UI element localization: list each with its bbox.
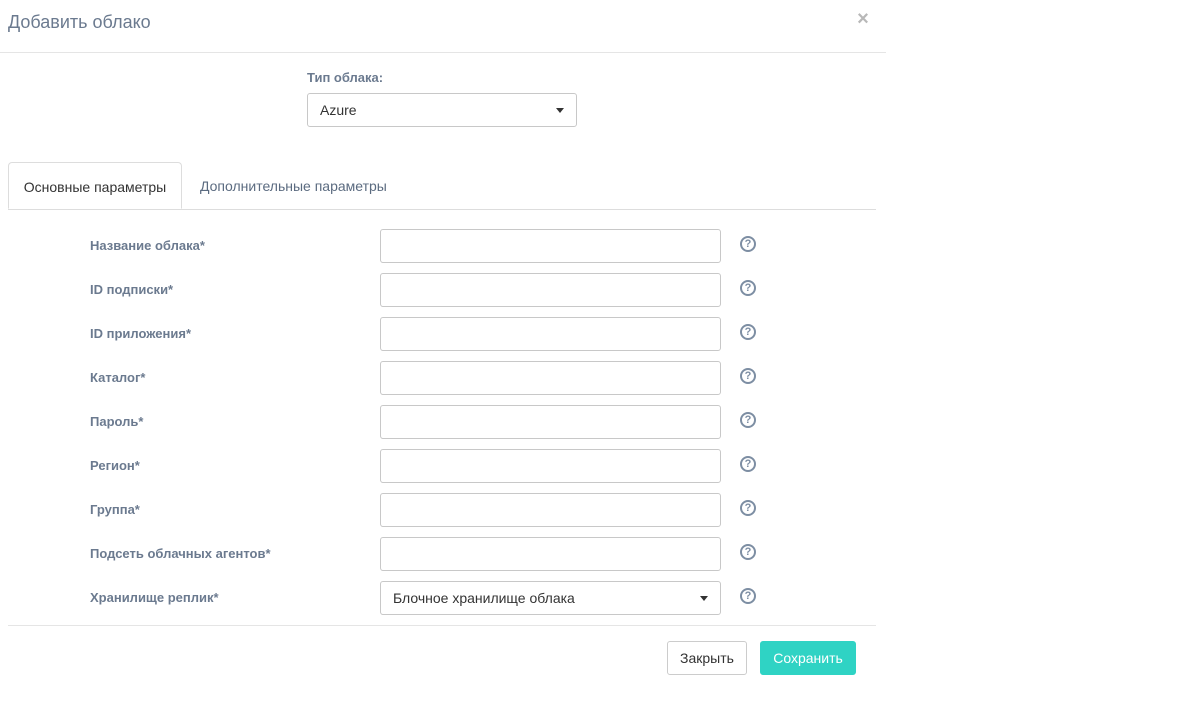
tab-basic-parameters[interactable]: Основные параметры bbox=[8, 162, 182, 209]
add-cloud-dialog: Добавить облако × Тип облака: Azure Осно… bbox=[0, 0, 886, 703]
replica-storage-select[interactable]: Блочное хранилище облака bbox=[380, 581, 721, 615]
form-row-region: Регион* ? bbox=[0, 449, 886, 483]
password-input[interactable] bbox=[380, 405, 721, 439]
form-row-cloud-name: Название облака* ? bbox=[0, 229, 886, 263]
help-icon[interactable]: ? bbox=[740, 236, 756, 252]
cloud-name-input[interactable] bbox=[380, 229, 721, 263]
region-label: Регион* bbox=[90, 458, 140, 473]
form-row-group: Группа* ? bbox=[0, 493, 886, 527]
directory-label: Каталог* bbox=[90, 370, 146, 385]
replica-storage-label: Хранилище реплик* bbox=[90, 590, 219, 605]
chevron-down-icon bbox=[556, 108, 564, 113]
application-id-input[interactable] bbox=[380, 317, 721, 351]
cloud-type-label: Тип облака: bbox=[307, 70, 384, 85]
region-input[interactable] bbox=[380, 449, 721, 483]
form-row-password: Пароль* ? bbox=[0, 405, 886, 439]
subscription-id-label: ID подписки* bbox=[90, 282, 174, 297]
dialog-header: Добавить облако × bbox=[0, 0, 886, 53]
help-icon[interactable]: ? bbox=[740, 368, 756, 384]
dialog-title: Добавить облако bbox=[8, 12, 151, 32]
help-icon[interactable]: ? bbox=[740, 324, 756, 340]
application-id-label: ID приложения* bbox=[90, 326, 192, 341]
replica-storage-value: Блочное хранилище облака bbox=[393, 590, 575, 606]
help-icon[interactable]: ? bbox=[740, 500, 756, 516]
save-button[interactable]: Сохранить bbox=[760, 641, 856, 675]
form-row-application-id: ID приложения* ? bbox=[0, 317, 886, 351]
directory-input[interactable] bbox=[380, 361, 721, 395]
cloud-name-label: Название облака* bbox=[90, 238, 205, 253]
agent-subnet-label: Подсеть облачных агентов* bbox=[90, 546, 271, 561]
help-icon[interactable]: ? bbox=[740, 280, 756, 296]
group-label: Группа* bbox=[90, 502, 140, 517]
help-icon[interactable]: ? bbox=[740, 456, 756, 472]
help-icon[interactable]: ? bbox=[740, 544, 756, 560]
cloud-type-select[interactable]: Azure bbox=[307, 93, 577, 127]
form-row-replica-storage: Хранилище реплик* Блочное хранилище обла… bbox=[0, 581, 886, 615]
close-icon[interactable]: × bbox=[852, 8, 874, 30]
footer-divider bbox=[8, 625, 876, 626]
subscription-id-input[interactable] bbox=[380, 273, 721, 307]
tab-bar: Основные параметры Дополнительные параме… bbox=[8, 162, 876, 210]
agent-subnet-input[interactable] bbox=[380, 537, 721, 571]
form-row-directory: Каталог* ? bbox=[0, 361, 886, 395]
cloud-type-value: Azure bbox=[320, 102, 357, 118]
form-row-subscription-id: ID подписки* ? bbox=[0, 273, 886, 307]
help-icon[interactable]: ? bbox=[740, 588, 756, 604]
password-label: Пароль* bbox=[90, 414, 144, 429]
chevron-down-icon bbox=[700, 596, 708, 601]
form-row-agent-subnet: Подсеть облачных агентов* ? bbox=[0, 537, 886, 571]
help-icon[interactable]: ? bbox=[740, 412, 756, 428]
close-button[interactable]: Закрыть bbox=[667, 641, 747, 675]
tab-additional-parameters[interactable]: Дополнительные параметры bbox=[200, 162, 387, 208]
group-input[interactable] bbox=[380, 493, 721, 527]
